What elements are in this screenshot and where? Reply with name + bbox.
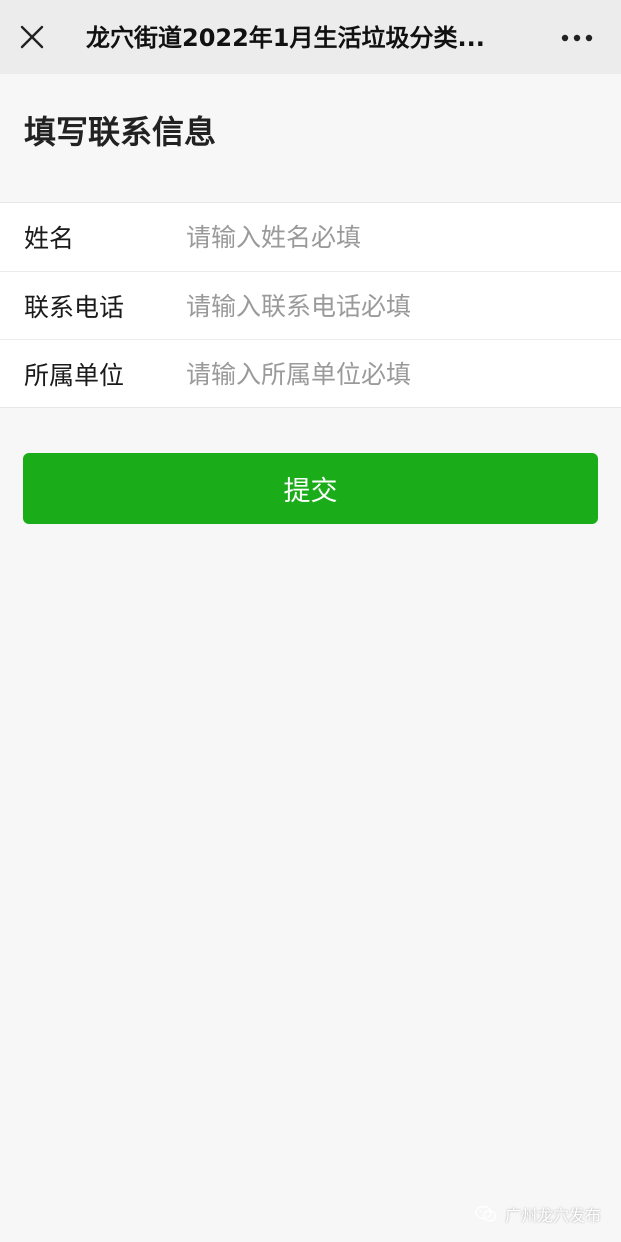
submit-button[interactable]: 提交: [23, 453, 598, 524]
form-row-organization: 所属单位: [0, 339, 621, 407]
form-row-phone: 联系电话: [0, 271, 621, 339]
page-title: 龙穴街道2022年1月生活垃圾分类...: [86, 24, 485, 52]
contact-form: 姓名 联系电话 所属单位: [0, 202, 621, 408]
watermark: 广州龙穴发布: [475, 1202, 601, 1226]
name-label: 姓名: [24, 224, 75, 253]
close-button[interactable]: [14, 19, 50, 55]
form-row-name: 姓名: [0, 203, 621, 271]
phone-input[interactable]: [186, 286, 596, 326]
top-bar: 龙穴街道2022年1月生活垃圾分类...: [0, 0, 621, 74]
more-icon: [561, 34, 593, 42]
watermark-text: 广州龙穴发布: [504, 1206, 601, 1225]
close-icon: [20, 25, 44, 49]
phone-label: 联系电话: [24, 292, 125, 322]
organization-input[interactable]: [186, 354, 596, 394]
organization-label: 所属单位: [24, 360, 125, 390]
wechat-icon: [475, 1205, 497, 1222]
form-heading: 填写联系信息: [24, 113, 217, 151]
name-input[interactable]: [186, 217, 596, 257]
more-button[interactable]: [557, 22, 597, 54]
